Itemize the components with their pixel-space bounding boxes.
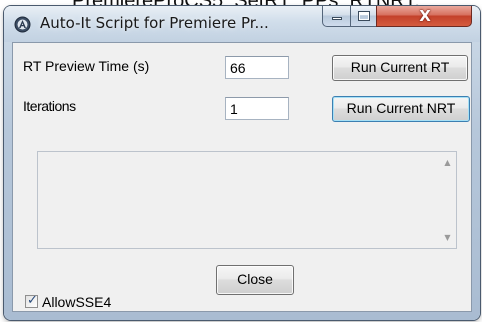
rt-preview-time-input[interactable]	[225, 56, 289, 79]
scroll-up-icon[interactable]: ▲	[439, 154, 456, 171]
dialog-client-area: RT Preview Time (s) Iterations Run Curre…	[12, 42, 472, 312]
iterations-input[interactable]	[225, 97, 289, 120]
minimize-icon	[332, 17, 342, 20]
close-button[interactable]: Close	[216, 265, 294, 295]
maximize-button[interactable]	[350, 6, 377, 27]
caption-buttons: X	[322, 6, 472, 27]
close-icon: X	[419, 7, 431, 25]
rt-preview-time-label: RT Preview Time (s)	[23, 58, 150, 74]
maximize-icon	[358, 11, 370, 21]
run-current-nrt-button[interactable]: Run Current NRT	[332, 96, 470, 122]
run-current-rt-button[interactable]: Run Current RT	[332, 55, 468, 81]
allowsse4-label: AllowSSE4	[42, 294, 112, 310]
allowsse4-checkbox[interactable]: ✓	[25, 293, 38, 308]
output-listbox[interactable]: ▲ ▼	[37, 151, 457, 249]
listbox-scrollbar[interactable]: ▲ ▼	[439, 152, 456, 248]
close-window-button[interactable]: X	[376, 6, 472, 27]
autoit-icon[interactable]	[14, 16, 31, 33]
checkmark-icon: ✓	[27, 293, 38, 308]
dialog-window: Auto-It Script for Premiere Pr... X RT P…	[4, 6, 480, 320]
iterations-label: Iterations	[23, 98, 76, 114]
scroll-down-icon[interactable]: ▼	[439, 229, 456, 246]
window-title: Auto-It Script for Premiere Pr...	[40, 14, 269, 32]
title-bar[interactable]: Auto-It Script for Premiere Pr... X	[4, 6, 480, 42]
minimize-button[interactable]	[322, 6, 351, 27]
